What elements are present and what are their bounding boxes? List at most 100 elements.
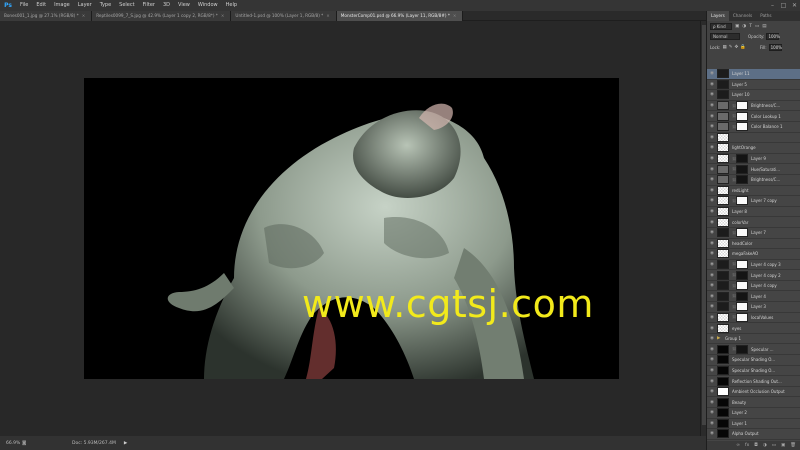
- layer-row[interactable]: ◉ ⛓ Layer 4 copy 2: [707, 270, 800, 281]
- layer-row[interactable]: ◉ Alpha Output: [707, 429, 800, 440]
- layer-thumbnail[interactable]: [717, 259, 729, 269]
- document-tab[interactable]: Bones001_1.jpg @ 27.1% (RGB/8) * ×: [0, 11, 93, 21]
- layer-mask-thumbnail[interactable]: [736, 228, 748, 238]
- layer-row[interactable]: ◉ ⛓ Layer 4 copy: [707, 281, 800, 292]
- layer-thumbnail[interactable]: [717, 143, 729, 153]
- layer-row[interactable]: ◉ ⛓ Brightness/C...: [707, 101, 800, 112]
- layer-thumbnail[interactable]: [717, 355, 729, 365]
- new-layer-icon[interactable]: ▣: [781, 443, 785, 448]
- visibility-eye-icon[interactable]: ◉: [707, 347, 717, 352]
- new-group-icon[interactable]: ▭: [772, 443, 776, 448]
- visibility-eye-icon[interactable]: ◉: [707, 357, 717, 362]
- layer-row[interactable]: ◉ ⛓ Hue/Saturati...: [707, 164, 800, 175]
- document-canvas[interactable]: www.cgtsj.com: [84, 78, 619, 379]
- layer-mask-thumbnail[interactable]: [736, 196, 748, 206]
- layer-mask-thumbnail[interactable]: [736, 111, 748, 121]
- add-mask-icon[interactable]: ◘: [754, 443, 758, 448]
- tab-close-icon[interactable]: ×: [453, 11, 457, 21]
- visibility-eye-icon[interactable]: ◉: [707, 326, 717, 331]
- opacity-field[interactable]: 100%: [766, 33, 780, 40]
- layer-mask-thumbnail[interactable]: [736, 312, 748, 322]
- close-button[interactable]: ✕: [789, 0, 800, 11]
- filter-smart-object-icon[interactable]: ▤: [762, 24, 766, 29]
- visibility-eye-icon[interactable]: ◉: [707, 167, 717, 172]
- layer-thumbnail[interactable]: [717, 228, 729, 238]
- layer-thumbnail[interactable]: [717, 69, 729, 79]
- layer-thumbnail[interactable]: [717, 238, 729, 248]
- layer-row[interactable]: ◉ Layer 5: [707, 79, 800, 91]
- layer-row[interactable]: ◉ Layer 2: [707, 408, 800, 419]
- menu-image[interactable]: Image: [50, 0, 74, 11]
- filter-adjustment-icon[interactable]: ◑: [742, 24, 746, 29]
- visibility-eye-icon[interactable]: ◉: [707, 135, 717, 140]
- layer-row[interactable]: ◉ ▶ Group 1: [707, 334, 800, 345]
- visibility-eye-icon[interactable]: ◉: [707, 283, 717, 288]
- visibility-eye-icon[interactable]: ◉: [707, 92, 717, 97]
- layer-row[interactable]: ◉ colorVar: [707, 217, 800, 228]
- menu-view[interactable]: View: [174, 0, 194, 11]
- layer-row[interactable]: ◉ lightOrange: [707, 143, 800, 154]
- visibility-eye-icon[interactable]: ◉: [707, 230, 717, 235]
- visibility-eye-icon[interactable]: ◉: [707, 82, 717, 87]
- visibility-eye-icon[interactable]: ◉: [707, 368, 717, 373]
- layer-row[interactable]: ◉ Beauty: [707, 397, 800, 408]
- visibility-eye-icon[interactable]: ◉: [707, 400, 717, 405]
- visibility-eye-icon[interactable]: ◉: [707, 421, 717, 426]
- layer-mask-thumbnail[interactable]: [736, 302, 748, 312]
- layer-mask-thumbnail[interactable]: [736, 122, 748, 132]
- menu-3d[interactable]: 3D: [159, 0, 174, 11]
- layer-mask-thumbnail[interactable]: [736, 344, 748, 354]
- menu-file[interactable]: File: [16, 0, 32, 11]
- layer-row[interactable]: ◉ headColor: [707, 238, 800, 250]
- layer-row[interactable]: ◉ ⛓ Color Balance 1: [707, 122, 800, 133]
- layer-thumbnail[interactable]: [717, 207, 729, 217]
- layer-row[interactable]: ◉ ⛓ localValues: [707, 312, 800, 324]
- menu-help[interactable]: Help: [222, 0, 241, 11]
- layer-row[interactable]: ◉ ⛓ Specular ...: [707, 344, 800, 356]
- visibility-eye-icon[interactable]: ◉: [707, 188, 717, 193]
- layer-row[interactable]: ◉ ⛓ Layer 7: [707, 228, 800, 239]
- layer-thumbnail[interactable]: [717, 387, 729, 397]
- layer-row[interactable]: ◉ Specular Shading O...: [707, 355, 800, 366]
- layer-thumbnail[interactable]: [717, 270, 729, 280]
- maximize-button[interactable]: □: [778, 0, 789, 11]
- layer-mask-thumbnail[interactable]: [736, 164, 748, 174]
- layer-row[interactable]: ◉ ⛓ Layer 4 copy 3: [707, 259, 800, 271]
- layer-thumbnail[interactable]: [717, 154, 729, 164]
- visibility-eye-icon[interactable]: ◉: [707, 177, 717, 182]
- menu-filter[interactable]: Filter: [139, 0, 159, 11]
- tab-close-icon[interactable]: ×: [82, 11, 86, 21]
- layer-thumbnail[interactable]: [717, 79, 729, 89]
- minimize-button[interactable]: –: [767, 0, 778, 11]
- lock-image-icon[interactable]: ✎: [729, 45, 733, 50]
- layer-thumbnail[interactable]: [717, 291, 729, 301]
- layer-thumbnail[interactable]: [717, 217, 729, 227]
- filter-shape-icon[interactable]: ▭: [755, 24, 759, 29]
- layer-row[interactable]: ◉ Ambient Occlusion Output: [707, 387, 800, 398]
- visibility-eye-icon[interactable]: ◉: [707, 379, 717, 384]
- layer-mask-thumbnail[interactable]: [736, 154, 748, 164]
- filter-type-icon[interactable]: T: [749, 24, 752, 29]
- layer-row[interactable]: ◉ Layer 8: [707, 207, 800, 218]
- layer-thumbnail[interactable]: [717, 365, 729, 375]
- visibility-eye-icon[interactable]: ◉: [707, 251, 717, 256]
- tab-layers[interactable]: Layers: [707, 11, 729, 21]
- visibility-eye-icon[interactable]: ◉: [707, 262, 717, 267]
- layer-thumbnail[interactable]: [717, 101, 729, 111]
- fill-field[interactable]: 100%: [768, 44, 782, 51]
- layer-row[interactable]: ◉: [707, 132, 800, 144]
- delete-layer-icon[interactable]: 🗑: [790, 443, 796, 448]
- layer-thumbnail[interactable]: [717, 397, 729, 407]
- zoom-level[interactable]: 66.9%: [0, 441, 22, 446]
- layer-row[interactable]: ◉ ⛓ Layer 4: [707, 291, 800, 303]
- layer-thumbnail[interactable]: [717, 408, 729, 418]
- layer-thumbnail[interactable]: [717, 132, 729, 142]
- visibility-eye-icon[interactable]: ◉: [707, 431, 717, 436]
- menu-edit[interactable]: Edit: [32, 0, 50, 11]
- lock-transparent-icon[interactable]: ▦: [722, 45, 726, 50]
- menu-select[interactable]: Select: [115, 0, 138, 11]
- visibility-eye-icon[interactable]: ◉: [707, 241, 717, 246]
- visibility-eye-icon[interactable]: ◉: [707, 156, 717, 161]
- link-layers-icon[interactable]: ∞: [736, 443, 740, 448]
- layer-row[interactable]: ◉ Reflection Shading Out...: [707, 376, 800, 387]
